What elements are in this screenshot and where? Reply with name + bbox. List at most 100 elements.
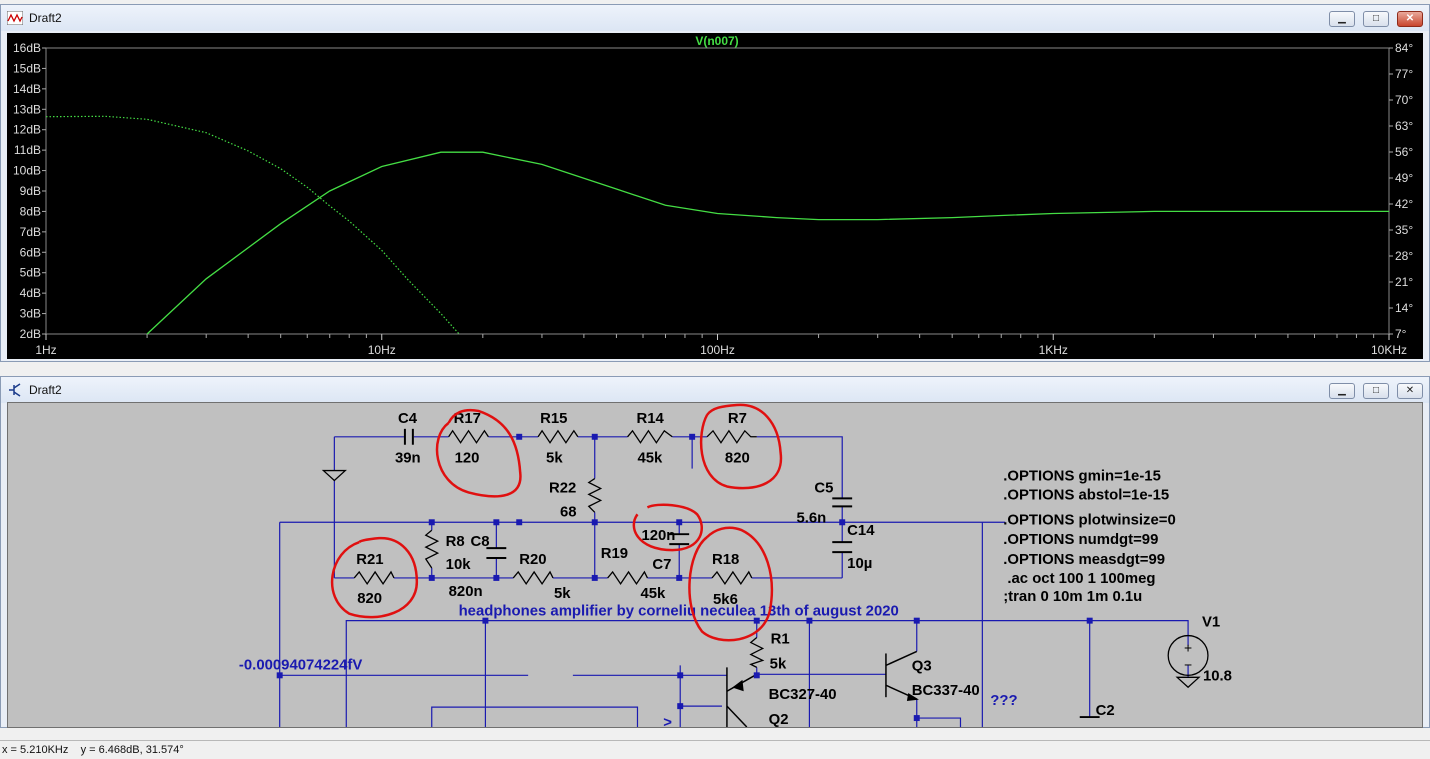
svg-text:−: − (1184, 656, 1192, 672)
c8-value: 820n (449, 584, 483, 600)
r8-name: R8 (446, 534, 465, 550)
c7-name: C7 (652, 557, 671, 573)
y-tick-label-left: 3dB (20, 307, 41, 321)
minimize-button[interactable]: ▁ (1329, 11, 1355, 27)
directive-measdgt: .OPTIONS measdgt=99 (1003, 552, 1165, 568)
minimize-icon: ▁ (1338, 13, 1346, 24)
x-tick-label: 1KHz (1039, 343, 1068, 357)
y-tick-label-left: 6dB (20, 245, 41, 259)
minimize-icon: ▁ (1338, 385, 1346, 396)
r22-name: R22 (549, 480, 576, 496)
schematic-window-title: Draft2 (29, 383, 62, 397)
plot-window-title: Draft2 (29, 11, 62, 25)
y-tick-label-left: 4dB (20, 286, 41, 300)
node-voltage-readout: -0.00094074224fV (239, 657, 362, 673)
close-icon: ✕ (1405, 385, 1415, 396)
maximize-button[interactable]: □ (1363, 383, 1389, 399)
close-button[interactable]: ✕ (1397, 11, 1423, 27)
y-tick-label-left: 13dB (13, 102, 41, 116)
v1-name: V1 (1202, 615, 1220, 631)
status-bar: x = 5.210KHz y = 6.468dB, 31.574° (0, 740, 1430, 759)
c5-value: 5.6n (796, 510, 826, 526)
plot-window-titlebar[interactable]: Draft2 ▁ □ ✕ (1, 5, 1429, 31)
waveform-icon (7, 11, 23, 25)
y-tick-label-left: 9dB (20, 184, 41, 198)
r21-value: 820 (357, 591, 382, 607)
trace-label[interactable]: V(n007) (695, 34, 738, 48)
y-tick-label-right: 7° (1395, 327, 1407, 341)
cursor-readout: x = 5.210KHz y = 6.468dB, 31.574° (2, 744, 184, 756)
x-tick-label: 1Hz (35, 343, 56, 357)
r20-name: R20 (519, 552, 546, 568)
r17-value: 120 (455, 451, 480, 467)
maximize-button[interactable]: □ (1363, 11, 1389, 27)
c14-value: 10µ (847, 556, 872, 572)
schematic-canvas[interactable]: + − C4 39n R17 120 R15 5k R14 45k R7 820… (7, 402, 1423, 728)
y-tick-label-right: 77° (1395, 67, 1413, 81)
c14-name: C14 (847, 523, 875, 539)
v1-value: 10.8 (1203, 668, 1232, 684)
y-tick-label-right: 49° (1395, 171, 1413, 185)
r20-value: 5k (554, 586, 571, 602)
plot-area[interactable]: V(n007) 16dB 15dB 14dB 13dB 12dB 11dB 10dB 9dB 8… (7, 33, 1423, 359)
c4-value: 39n (395, 451, 421, 467)
maximize-icon: □ (1372, 13, 1380, 24)
r19-value: 45k (640, 586, 666, 602)
voltage-source-icon[interactable]: + − (1167, 634, 1209, 676)
r14-name: R14 (636, 411, 664, 427)
y-tick-label-right: 63° (1395, 119, 1413, 133)
minimize-button[interactable]: ▁ (1329, 383, 1355, 399)
svg-text:+: + (1184, 639, 1192, 655)
y-tick-label-left: 11dB (14, 143, 41, 157)
schematic-window-titlebar[interactable]: Draft2 ▁ □ ✕ (1, 377, 1429, 403)
r21-name: R21 (356, 552, 383, 568)
r15-name: R15 (540, 411, 567, 427)
c7-value: 120n (641, 528, 675, 544)
r7-value: 820 (725, 451, 750, 467)
directive-abstol: .OPTIONS abstol=1e-15 (1003, 487, 1169, 503)
y-tick-label-right: 28° (1395, 249, 1413, 263)
y-tick-label-left: 2dB (20, 327, 41, 341)
r22-value: 68 (560, 504, 577, 520)
directive-tran: ;tran 0 10m 1m 0.1u (1003, 589, 1142, 605)
q2-part: BC327-40 (769, 687, 837, 703)
r1-name: R1 (771, 632, 790, 648)
maximize-icon: □ (1372, 385, 1380, 396)
c5-name: C5 (814, 480, 833, 496)
r14-value: 45k (637, 451, 663, 467)
y-tick-label-left: 12dB (13, 123, 41, 137)
directive-plotwinsize: .OPTIONS plotwinsize=0 (1003, 512, 1176, 528)
directive-numdgt: .OPTIONS numdgt=99 (1003, 532, 1158, 548)
y-tick-label-left: 16dB (13, 41, 41, 55)
y-tick-label-left: 7dB (20, 225, 41, 239)
schematic-comment[interactable]: headphones amplifier by corneliu neculea… (459, 604, 899, 620)
transistor-icon (9, 383, 21, 397)
q2-name: Q2 (769, 712, 789, 728)
r8-value: 10k (446, 557, 472, 573)
y-tick-label-left: 5dB (20, 266, 41, 280)
x-tick-label: 10KHz (1371, 343, 1407, 357)
close-icon: ✕ (1405, 13, 1415, 24)
directive-ac: .ac oct 100 1 100meg (1003, 571, 1155, 587)
q3-part: BC337-40 (912, 683, 980, 699)
y-tick-label-right: 56° (1395, 145, 1413, 159)
r1-value: 5k (770, 656, 787, 672)
r15-value: 5k (546, 451, 563, 467)
y-tick-label-right: 70° (1395, 93, 1413, 107)
spice-directives[interactable]: .OPTIONS gmin=1e-15 .OPTIONS abstol=1e-1… (1003, 469, 1176, 605)
y-tick-label-right: 21° (1395, 275, 1413, 289)
y-tick-label-right: 35° (1395, 223, 1413, 237)
y-tick-label-left: 15dB (13, 61, 41, 75)
y-tick-label-left: 8dB (20, 204, 41, 218)
y-tick-label-left: 10dB (13, 164, 41, 178)
y-tick-label-left: 14dB (13, 82, 41, 96)
component-labels: C4 39n R17 120 R15 5k R14 45k R7 820 R22… (356, 411, 1232, 728)
x-tick-label: 100Hz (700, 343, 735, 357)
directive-gmin: .OPTIONS gmin=1e-15 (1003, 469, 1161, 485)
capacitor-symbols (403, 428, 1100, 719)
c8-name: C8 (471, 534, 490, 550)
y-tick-label-right: 14° (1395, 301, 1413, 315)
x-tick-label: 10Hz (368, 343, 396, 357)
y-tick-label-right: 42° (1395, 197, 1413, 211)
close-button[interactable]: ✕ (1397, 383, 1423, 399)
